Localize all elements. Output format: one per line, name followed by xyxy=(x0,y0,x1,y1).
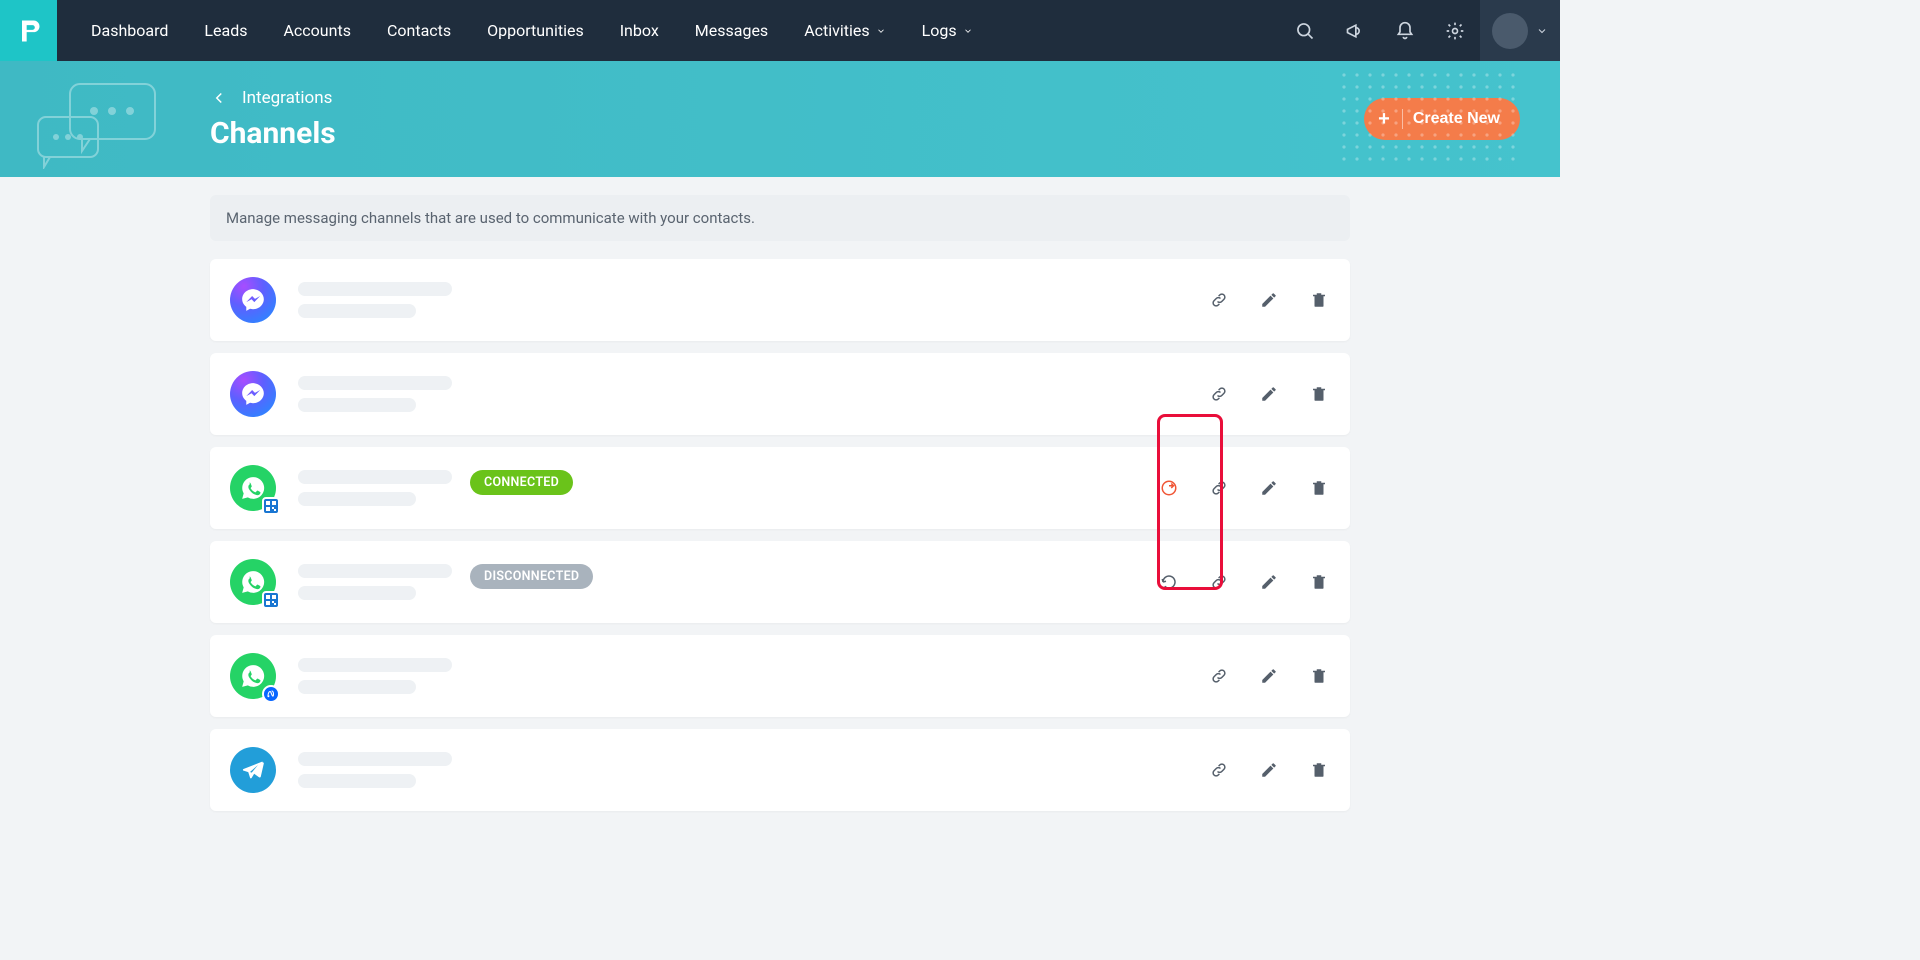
breadcrumb-parent: Integrations xyxy=(242,88,332,108)
avatar xyxy=(1492,13,1528,49)
nav-item-inbox[interactable]: Inbox xyxy=(606,13,673,48)
link-button[interactable] xyxy=(1208,759,1230,781)
nav-item-opportunities[interactable]: Opportunities xyxy=(473,13,598,48)
telegram-icon xyxy=(230,747,276,793)
skeleton-line xyxy=(298,586,416,600)
user-menu[interactable] xyxy=(1480,0,1560,61)
channel-row: DISCONNECTED xyxy=(210,541,1350,623)
edit-button[interactable] xyxy=(1258,289,1280,311)
info-banner: Manage messaging channels that are used … xyxy=(210,195,1350,241)
skeleton-line xyxy=(298,470,452,484)
row-actions xyxy=(1158,477,1330,499)
whatsapp-qr-icon xyxy=(230,559,276,605)
messenger-icon xyxy=(230,371,276,417)
channel-list: CONNECTED DISCONNECTED xyxy=(210,259,1350,811)
nav-item-leads[interactable]: Leads xyxy=(190,13,261,48)
row-actions xyxy=(1158,571,1330,593)
notifications-button[interactable] xyxy=(1380,0,1430,61)
channel-text-placeholder xyxy=(298,470,452,506)
app-logo[interactable] xyxy=(0,0,57,61)
skeleton-line xyxy=(298,774,416,788)
logout-button[interactable] xyxy=(1158,477,1180,499)
channel-row xyxy=(210,353,1350,435)
content-area: Manage messaging channels that are used … xyxy=(210,177,1350,811)
skeleton-line xyxy=(298,752,452,766)
skeleton-line xyxy=(298,304,416,318)
channel-row: CONNECTED xyxy=(210,447,1350,529)
page-title: Channels xyxy=(210,116,336,151)
top-navigation: DashboardLeadsAccounts ContactsOpportunit… xyxy=(0,0,1560,61)
chevron-left-icon xyxy=(210,89,228,107)
skeleton-line xyxy=(298,492,416,506)
nav-item-logs[interactable]: Logs xyxy=(908,13,987,48)
link-button[interactable] xyxy=(1208,571,1230,593)
delete-button[interactable] xyxy=(1308,289,1330,311)
hero-decoration-icon xyxy=(30,79,170,169)
channel-text-placeholder xyxy=(298,376,452,412)
nav-item-accounts[interactable]: Accounts xyxy=(269,13,364,48)
settings-button[interactable] xyxy=(1430,0,1480,61)
qr-badge-icon xyxy=(262,591,280,609)
skeleton-line xyxy=(298,564,452,578)
delete-button[interactable] xyxy=(1308,759,1330,781)
search-button[interactable] xyxy=(1280,0,1330,61)
hero-dot-pattern xyxy=(1340,71,1520,167)
row-actions xyxy=(1208,759,1330,781)
delete-button[interactable] xyxy=(1308,571,1330,593)
nav-items: DashboardLeadsAccounts ContactsOpportunit… xyxy=(77,13,987,48)
nav-item-activities[interactable]: Activities xyxy=(790,13,899,48)
skeleton-line xyxy=(298,658,452,672)
meta-badge-icon xyxy=(262,685,280,703)
channel-text-placeholder xyxy=(298,752,452,788)
edit-button[interactable] xyxy=(1258,759,1280,781)
skeleton-line xyxy=(298,282,452,296)
edit-button[interactable] xyxy=(1258,383,1280,405)
row-actions xyxy=(1208,665,1330,687)
channel-row xyxy=(210,635,1350,717)
status-badge: CONNECTED xyxy=(470,470,573,495)
nav-right xyxy=(1280,0,1560,61)
status-badge: DISCONNECTED xyxy=(470,564,593,589)
breadcrumb[interactable]: Integrations xyxy=(210,88,336,108)
row-actions xyxy=(1208,383,1330,405)
nav-item-contacts[interactable]: Contacts xyxy=(373,13,465,48)
channel-row xyxy=(210,729,1350,811)
link-button[interactable] xyxy=(1208,477,1230,499)
edit-button[interactable] xyxy=(1258,571,1280,593)
delete-button[interactable] xyxy=(1308,383,1330,405)
link-button[interactable] xyxy=(1208,383,1230,405)
messenger-icon xyxy=(230,277,276,323)
edit-button[interactable] xyxy=(1258,477,1280,499)
qr-badge-icon xyxy=(262,497,280,515)
channel-text-placeholder xyxy=(298,564,452,600)
skeleton-line xyxy=(298,376,452,390)
skeleton-line xyxy=(298,398,416,412)
channel-text-placeholder xyxy=(298,282,452,318)
nav-item-messages[interactable]: Messages xyxy=(681,13,782,48)
page-hero: Integrations Channels + Create New xyxy=(0,61,1560,177)
whatsapp-meta-icon xyxy=(230,653,276,699)
delete-button[interactable] xyxy=(1308,665,1330,687)
announcements-button[interactable] xyxy=(1330,0,1380,61)
edit-button[interactable] xyxy=(1258,665,1280,687)
nav-item-dashboard[interactable]: Dashboard xyxy=(77,13,182,48)
row-actions xyxy=(1208,289,1330,311)
whatsapp-qr-icon xyxy=(230,465,276,511)
channel-row xyxy=(210,259,1350,341)
link-button[interactable] xyxy=(1208,289,1230,311)
reconnect-button[interactable] xyxy=(1158,571,1180,593)
link-button[interactable] xyxy=(1208,665,1230,687)
skeleton-line xyxy=(298,680,416,694)
delete-button[interactable] xyxy=(1308,477,1330,499)
channel-text-placeholder xyxy=(298,658,452,694)
